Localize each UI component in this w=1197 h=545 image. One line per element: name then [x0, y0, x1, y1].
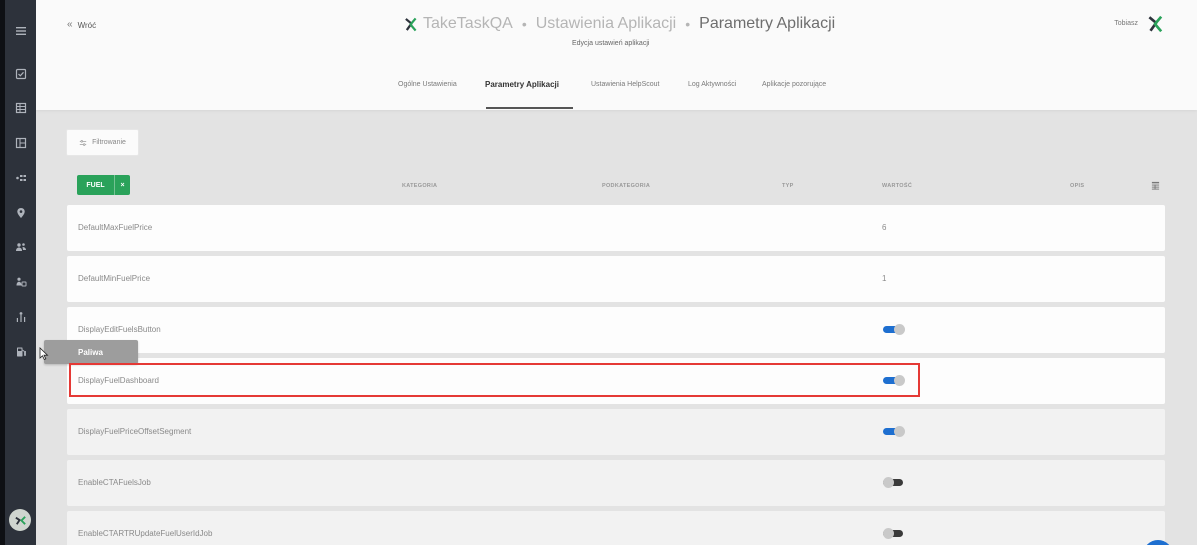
row-value: 1 [882, 274, 887, 283]
page-subtitle: Edycja ustawień aplikacji [572, 40, 650, 47]
tab-general-settings[interactable]: Ogólne Ustawienia [398, 81, 457, 88]
table-row[interactable]: EnableCTARTRUpdateFuelUserIdJob [67, 511, 1165, 545]
title-page: Parametry Aplikacji [699, 15, 836, 32]
tab-app-parameters[interactable]: Parametry Aplikacji [485, 80, 559, 89]
tab-helpscout-settings[interactable]: Ustawienia HelpScout [591, 81, 659, 88]
row-name: DefaultMaxFuelPrice [78, 223, 153, 232]
layout-icon[interactable] [5, 134, 36, 152]
page-title: TakeTaskQA • Ustawienia Aplikacji • Para… [404, 12, 835, 36]
back-label: Wróć [77, 20, 97, 30]
flow-icon[interactable] [5, 169, 36, 187]
title-section: Ustawienia Aplikacji [535, 15, 677, 32]
value-toggle[interactable] [883, 324, 905, 335]
column-header-category[interactable]: KATEGORIA [402, 183, 437, 189]
column-header-subcategory[interactable]: PODKATEGORIA [602, 183, 650, 189]
row-name: DefaultMinFuelPrice [78, 274, 151, 283]
main-content: « Wróć TakeTaskQA • Ustawienia Aplikacji… [36, 0, 1197, 545]
column-header-description[interactable]: OPIS [1070, 183, 1084, 189]
row-name: DisplayEditFuelsButton [78, 325, 161, 334]
tab-activity-log[interactable]: Log Aktywności [688, 81, 736, 88]
table-row[interactable]: DisplayFuelPriceOffsetSegment [67, 409, 1165, 455]
user-brand-icon [1148, 15, 1163, 33]
row-name: EnableCTARTRUpdateFuelUserIdJob [78, 529, 213, 538]
value-toggle[interactable] [883, 375, 905, 386]
table-row[interactable]: DisplayEditFuelsButton [67, 307, 1165, 353]
title-separator: • [521, 16, 527, 32]
table-row[interactable]: DisplayFuelDashboard [67, 358, 1165, 404]
app-logo-icon[interactable] [9, 509, 31, 531]
page-header: « Wróć TakeTaskQA • Ustawienia Aplikacji… [36, 0, 1197, 110]
tasks-icon[interactable] [5, 65, 36, 83]
sidebar-tooltip: Paliwa [44, 340, 138, 364]
location-icon[interactable] [5, 204, 36, 222]
table-row[interactable]: DefaultMinFuelPrice 1 [67, 256, 1165, 302]
table-row[interactable]: DefaultMaxFuelPrice 6 [67, 205, 1165, 251]
tab-mock-apps[interactable]: Aplikacje pozorujące [762, 81, 826, 88]
row-name: DisplayFuelDashboard [78, 376, 159, 385]
value-toggle[interactable] [883, 477, 905, 488]
sidebar [5, 0, 36, 545]
table-icon[interactable] [5, 99, 36, 117]
user-name[interactable]: Tobiasz [1114, 20, 1138, 27]
fuel-icon[interactable] [5, 343, 36, 361]
row-name: EnableCTAFuelsJob [78, 478, 151, 487]
column-header-value[interactable]: WARTOŚĆ [882, 183, 912, 189]
brand-logo-icon [405, 17, 417, 31]
filter-button[interactable]: Filtrowanie [66, 129, 139, 156]
column-settings-icon[interactable] [1151, 181, 1160, 190]
title-separator: • [685, 16, 691, 32]
column-header-type[interactable]: TYP [782, 183, 794, 189]
table-row[interactable]: EnableCTAFuelsJob [67, 460, 1165, 506]
filter-button-label: Filtrowanie [92, 139, 126, 146]
filter-sliders-icon [79, 139, 87, 146]
mouse-cursor-icon [39, 347, 49, 361]
filter-chip-fuel: FUEL × [77, 175, 130, 195]
value-toggle[interactable] [883, 426, 905, 437]
back-button[interactable]: « Wróć [67, 20, 96, 30]
filter-chip-label: FUEL [86, 181, 105, 189]
row-value: 6 [882, 223, 887, 232]
active-tab-indicator [486, 107, 573, 109]
row-name: DisplayFuelPriceOffsetSegment [78, 427, 192, 436]
remove-chip-button[interactable]: × [114, 175, 130, 195]
title-brand: TakeTaskQA [423, 15, 513, 32]
tab-bar: Ogólne Ustawienia Parametry Aplikacji Us… [36, 72, 1197, 110]
users-icon[interactable] [5, 238, 36, 256]
menu-icon[interactable] [5, 22, 36, 40]
value-toggle[interactable] [883, 528, 905, 539]
hierarchy-icon[interactable] [5, 308, 36, 326]
back-arrow-icon: « [67, 19, 73, 30]
team-icon[interactable] [5, 273, 36, 291]
